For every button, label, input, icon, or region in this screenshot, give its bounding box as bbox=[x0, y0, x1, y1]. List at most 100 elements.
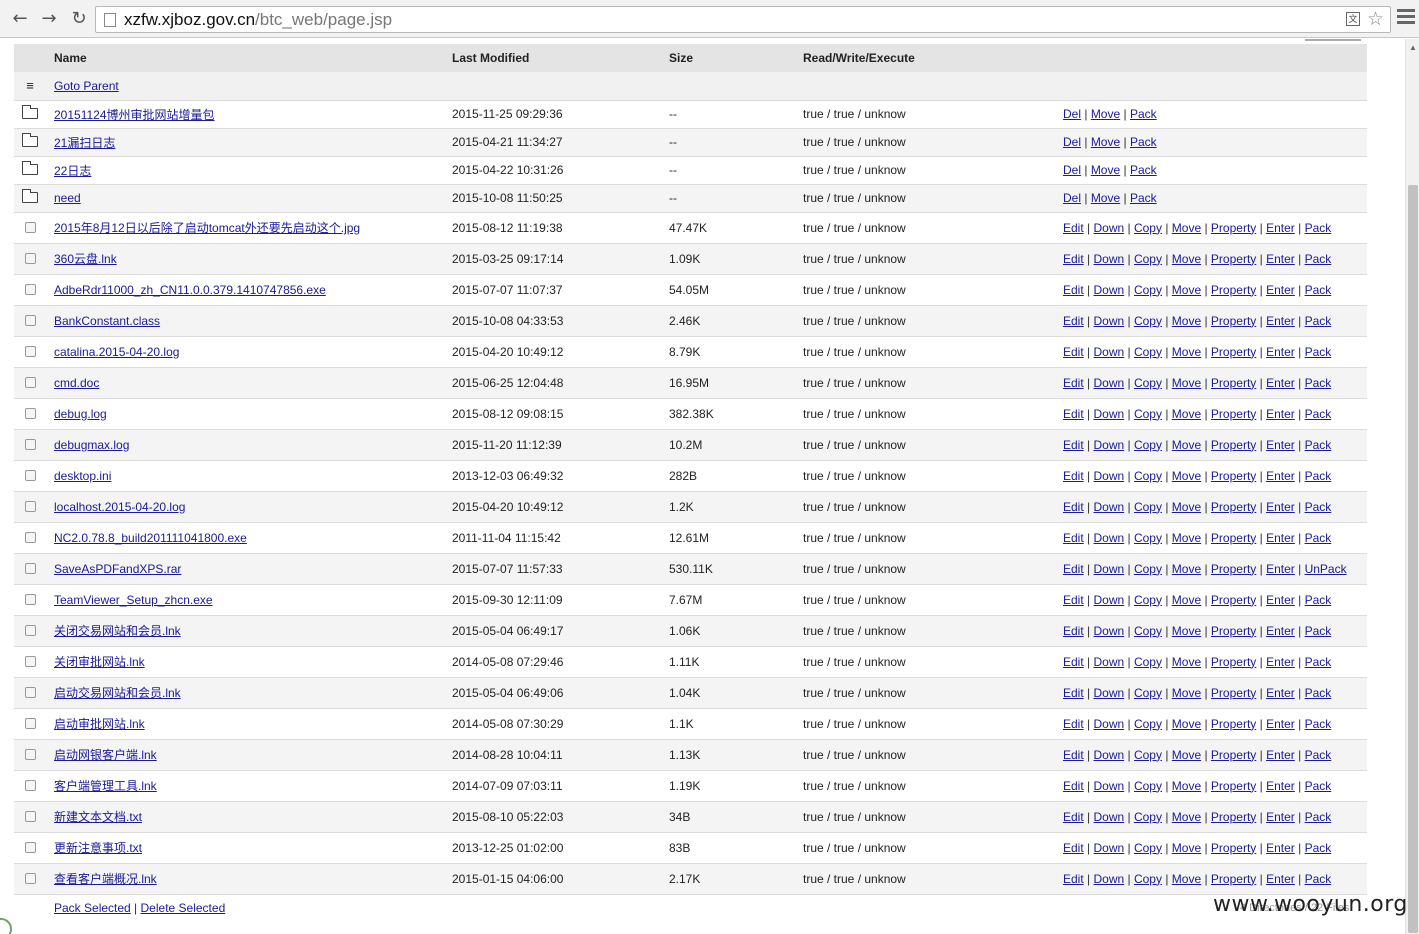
action-link[interactable]: Move bbox=[1091, 135, 1120, 149]
action-link[interactable]: Pack bbox=[1305, 686, 1332, 700]
action-link[interactable]: Move bbox=[1172, 314, 1201, 328]
action-link[interactable]: Property bbox=[1211, 376, 1256, 390]
action-link[interactable]: Property bbox=[1211, 686, 1256, 700]
action-link[interactable]: Pack bbox=[1305, 438, 1332, 452]
action-link[interactable]: Pack bbox=[1130, 191, 1157, 205]
select-checkbox[interactable] bbox=[24, 500, 36, 512]
action-link[interactable]: Edit bbox=[1063, 221, 1084, 235]
action-link[interactable]: Down bbox=[1093, 841, 1124, 855]
action-link[interactable]: Enter bbox=[1266, 686, 1295, 700]
action-link[interactable]: Copy bbox=[1134, 562, 1162, 576]
action-link[interactable]: Enter bbox=[1266, 531, 1295, 545]
file-link[interactable]: desktop.ini bbox=[54, 469, 111, 483]
action-link[interactable]: Move bbox=[1172, 345, 1201, 359]
action-link[interactable]: Edit bbox=[1063, 314, 1084, 328]
select-checkbox[interactable] bbox=[24, 469, 36, 481]
vertical-scrollbar[interactable]: ▲ bbox=[1405, 39, 1419, 934]
delete-selected-link[interactable]: Delete Selected bbox=[141, 901, 226, 915]
file-link[interactable]: catalina.2015-04-20.log bbox=[54, 345, 179, 359]
action-link[interactable]: Down bbox=[1093, 872, 1124, 886]
select-checkbox[interactable] bbox=[24, 221, 36, 233]
action-link[interactable]: Down bbox=[1093, 624, 1124, 638]
action-link[interactable]: Edit bbox=[1063, 469, 1084, 483]
action-link[interactable]: Down bbox=[1093, 810, 1124, 824]
action-link[interactable]: Property bbox=[1211, 655, 1256, 669]
action-link[interactable]: Enter bbox=[1266, 717, 1295, 731]
action-link[interactable]: Edit bbox=[1063, 283, 1084, 297]
directory-link[interactable]: 22日志 bbox=[54, 164, 91, 178]
select-checkbox[interactable] bbox=[24, 686, 36, 698]
file-link[interactable]: debug.log bbox=[54, 407, 107, 421]
select-checkbox[interactable] bbox=[24, 810, 36, 822]
select-checkbox[interactable] bbox=[24, 376, 36, 388]
action-link[interactable]: Property bbox=[1211, 438, 1256, 452]
url-text[interactable]: xzfw.xjboz.gov.cn/btc_web/page.jsp bbox=[124, 10, 392, 30]
action-link[interactable]: Pack bbox=[1130, 107, 1157, 121]
directory-link[interactable]: need bbox=[54, 191, 81, 205]
action-link[interactable]: Move bbox=[1172, 841, 1201, 855]
action-link[interactable]: Pack bbox=[1305, 717, 1332, 731]
action-link[interactable]: Property bbox=[1211, 748, 1256, 762]
select-checkbox[interactable] bbox=[24, 314, 36, 326]
action-link[interactable]: Property bbox=[1211, 345, 1256, 359]
action-link[interactable]: Enter bbox=[1266, 345, 1295, 359]
action-link[interactable]: Enter bbox=[1266, 779, 1295, 793]
action-link[interactable]: Down bbox=[1093, 376, 1124, 390]
file-link[interactable]: TeamViewer_Setup_zhcn.exe bbox=[54, 593, 213, 607]
action-link[interactable]: Move bbox=[1172, 748, 1201, 762]
action-link[interactable]: Property bbox=[1211, 810, 1256, 824]
action-link[interactable]: Move bbox=[1172, 810, 1201, 824]
action-link[interactable]: Move bbox=[1091, 191, 1120, 205]
action-link[interactable]: Property bbox=[1211, 531, 1256, 545]
action-link[interactable]: Edit bbox=[1063, 531, 1084, 545]
action-link[interactable]: Copy bbox=[1134, 500, 1162, 514]
action-link[interactable]: Property bbox=[1211, 283, 1256, 297]
file-link[interactable]: 启动审批网站.lnk bbox=[54, 717, 145, 731]
action-link[interactable]: Enter bbox=[1266, 376, 1295, 390]
action-link[interactable]: Edit bbox=[1063, 376, 1084, 390]
action-link[interactable]: Enter bbox=[1266, 655, 1295, 669]
action-link[interactable]: Down bbox=[1093, 779, 1124, 793]
action-link[interactable]: Enter bbox=[1266, 748, 1295, 762]
file-link[interactable]: 查看客户端概况.lnk bbox=[54, 872, 157, 886]
action-link[interactable]: Pack bbox=[1305, 624, 1332, 638]
action-link[interactable]: Pack bbox=[1305, 779, 1332, 793]
action-link[interactable]: Enter bbox=[1266, 407, 1295, 421]
action-link[interactable]: Property bbox=[1211, 500, 1256, 514]
action-link[interactable]: Enter bbox=[1266, 314, 1295, 328]
scroll-up-arrow-icon[interactable]: ▲ bbox=[1409, 43, 1417, 52]
action-link[interactable]: Property bbox=[1211, 624, 1256, 638]
action-link[interactable]: Edit bbox=[1063, 593, 1084, 607]
action-link[interactable]: Property bbox=[1211, 872, 1256, 886]
action-link[interactable]: Down bbox=[1093, 655, 1124, 669]
action-link[interactable]: Enter bbox=[1266, 624, 1295, 638]
action-link[interactable]: Copy bbox=[1134, 655, 1162, 669]
action-link[interactable]: Down bbox=[1093, 252, 1124, 266]
action-link[interactable]: Down bbox=[1093, 686, 1124, 700]
action-link[interactable]: Pack bbox=[1305, 252, 1332, 266]
action-link[interactable]: Property bbox=[1211, 469, 1256, 483]
action-link[interactable]: Property bbox=[1211, 314, 1256, 328]
action-link[interactable]: Move bbox=[1172, 252, 1201, 266]
file-link[interactable]: 2015年8月12日以后除了启动tomcat外还要先启动这个.jpg bbox=[54, 221, 360, 235]
action-link[interactable]: Copy bbox=[1134, 810, 1162, 824]
action-link[interactable]: Property bbox=[1211, 779, 1256, 793]
action-link[interactable]: Down bbox=[1093, 438, 1124, 452]
action-link[interactable]: Del bbox=[1063, 191, 1081, 205]
action-link[interactable]: Property bbox=[1211, 252, 1256, 266]
action-link[interactable]: Enter bbox=[1266, 469, 1295, 483]
directory-link[interactable]: 21漏扫日志 bbox=[54, 136, 115, 150]
select-checkbox[interactable] bbox=[24, 283, 36, 295]
scrollbar-thumb[interactable] bbox=[1408, 185, 1418, 933]
select-checkbox[interactable] bbox=[24, 872, 36, 884]
action-link[interactable]: Down bbox=[1093, 748, 1124, 762]
directory-link[interactable]: 20151124博州审批网站增量包 bbox=[54, 108, 215, 122]
action-link[interactable]: Move bbox=[1172, 686, 1201, 700]
select-checkbox[interactable] bbox=[24, 841, 36, 853]
action-link[interactable]: Down bbox=[1093, 314, 1124, 328]
action-link[interactable]: Pack bbox=[1305, 221, 1332, 235]
file-link[interactable]: 客户端管理工具.lnk bbox=[54, 779, 157, 793]
action-link[interactable]: Del bbox=[1063, 135, 1081, 149]
select-checkbox[interactable] bbox=[24, 531, 36, 543]
file-link[interactable]: 启动网银客户端.lnk bbox=[54, 748, 157, 762]
